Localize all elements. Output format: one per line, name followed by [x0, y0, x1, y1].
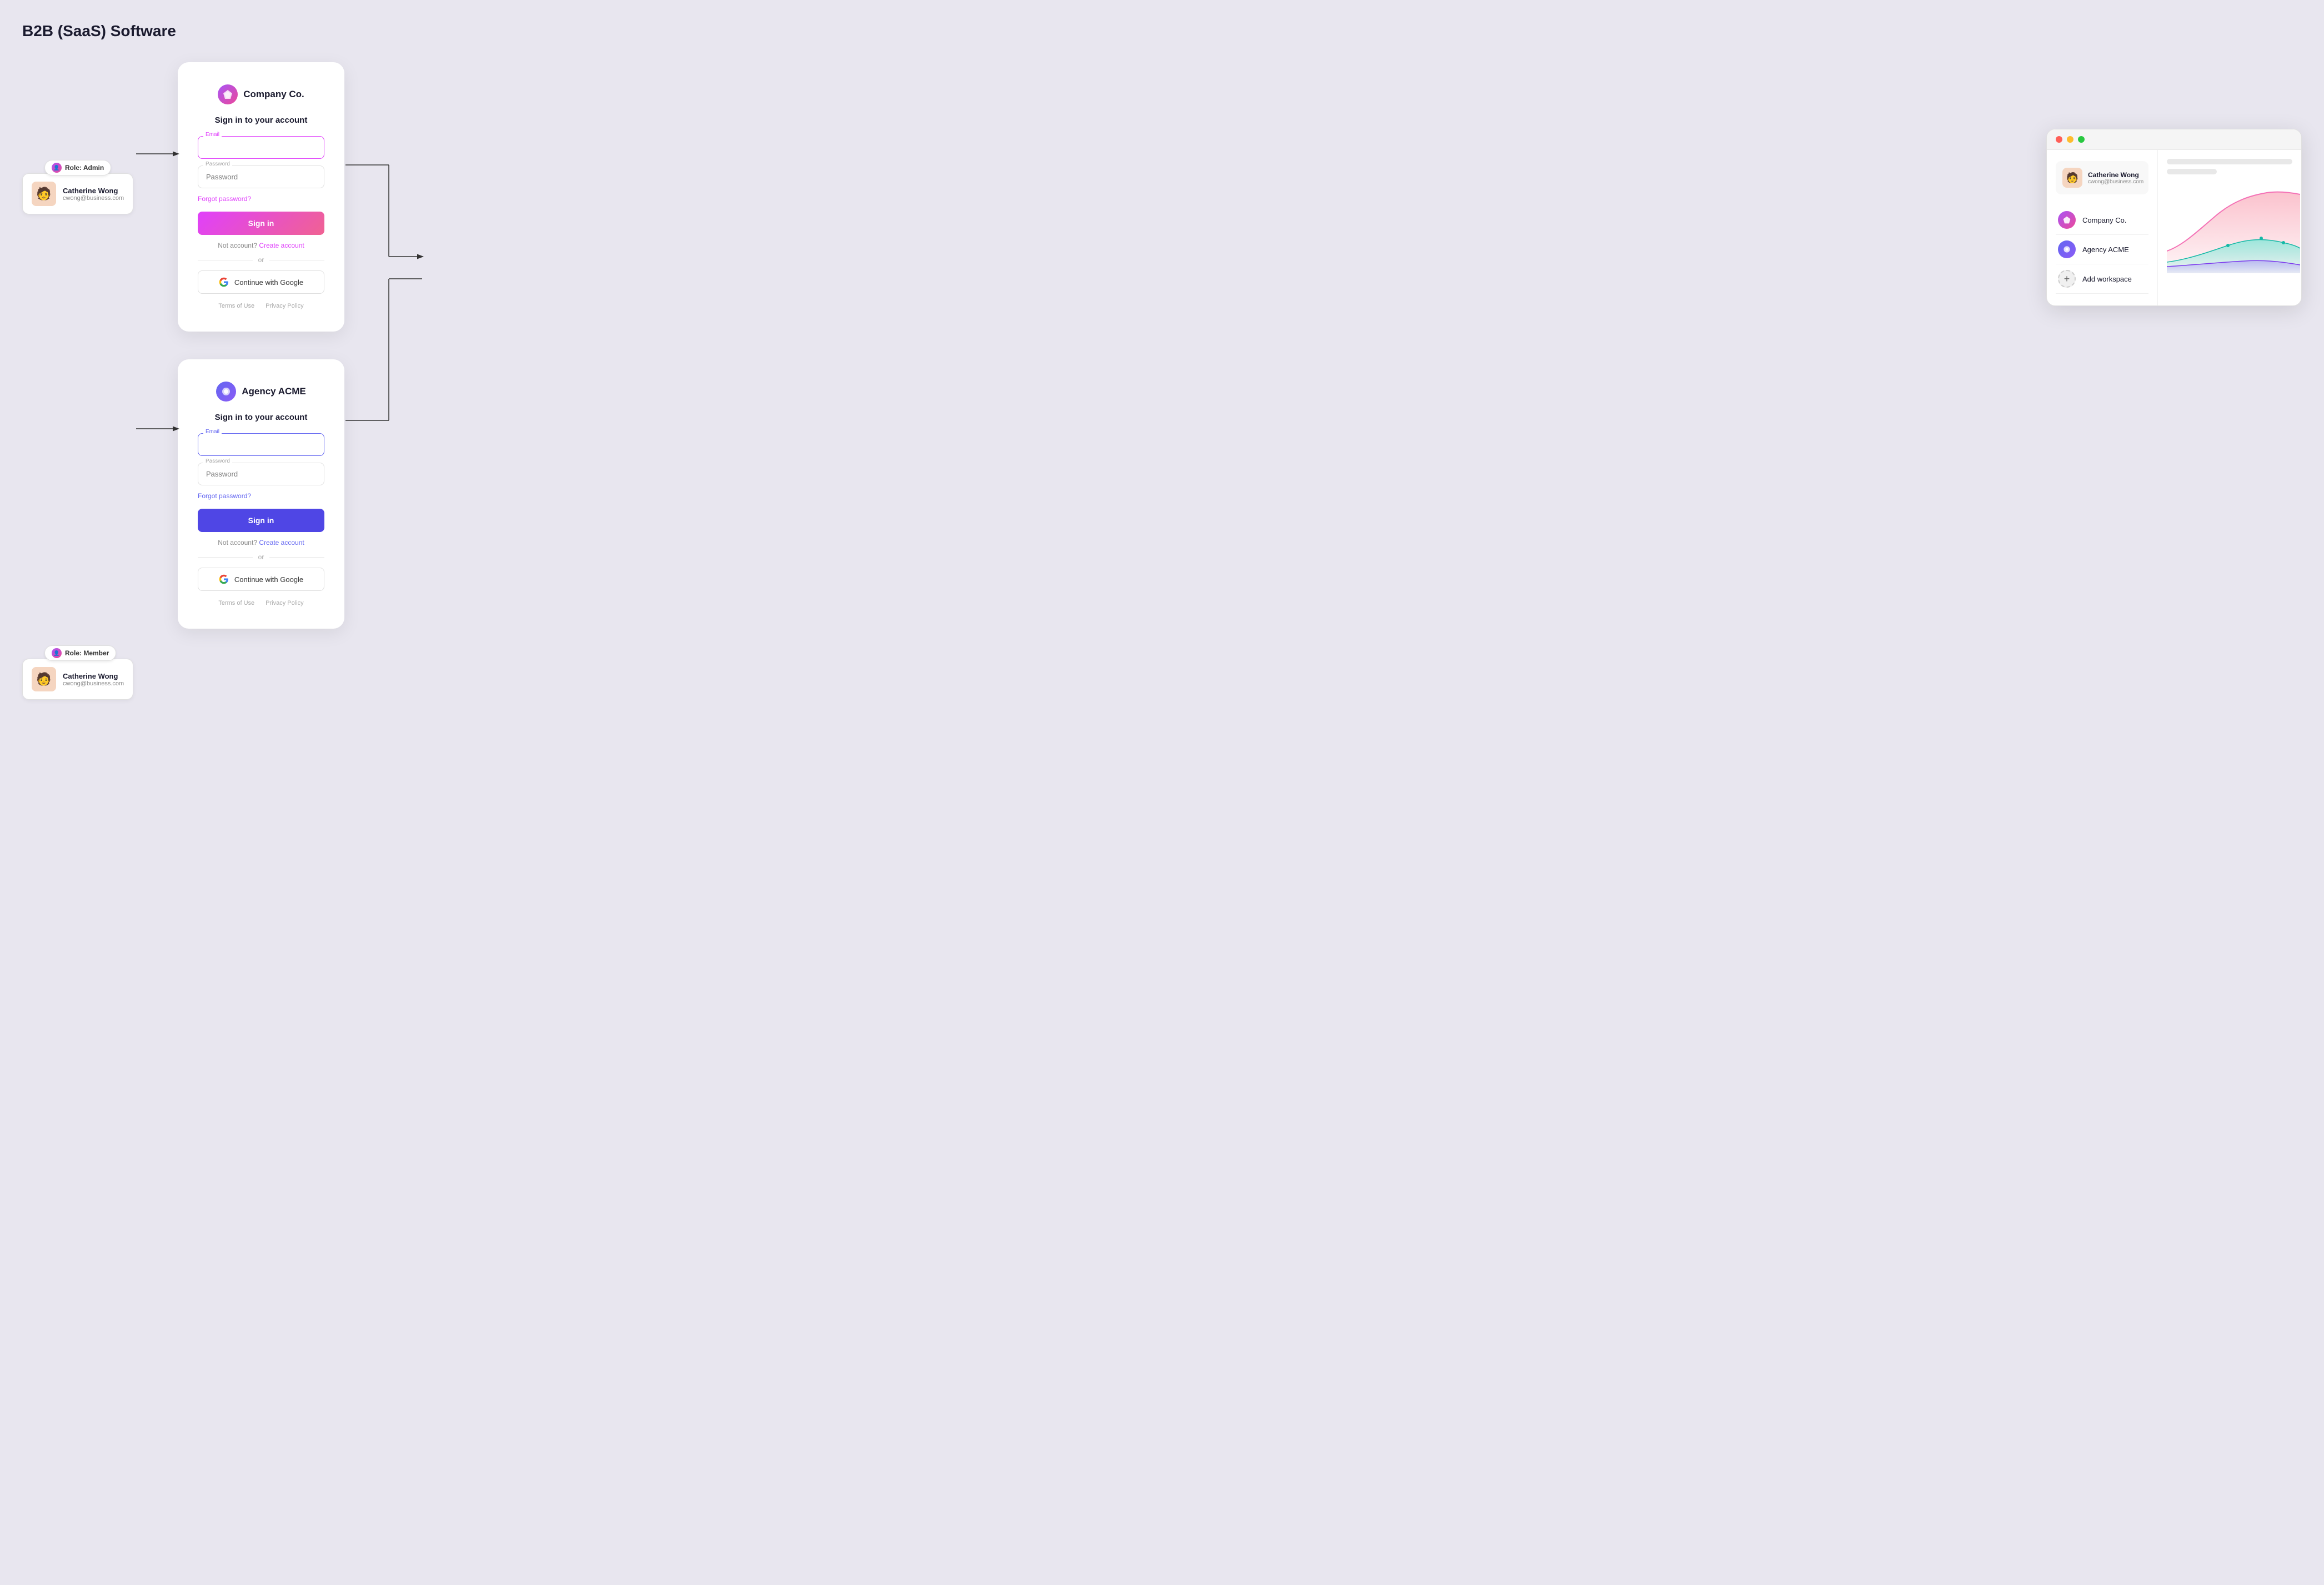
card-footer-1: Terms of Use Privacy Policy — [198, 303, 324, 309]
user-card-member: 🧑 Catherine Wong cwong@business.com — [22, 659, 133, 700]
password-label-2: Password — [203, 458, 232, 464]
login-card-agency: Agency ACME Sign in to your account Emai… — [178, 359, 344, 629]
not-account-2: Not account? Create account — [198, 539, 324, 546]
email-label-1: Email — [203, 132, 222, 138]
workspace-label-company: Company Co. — [2082, 216, 2126, 224]
password-group-1: Password — [198, 165, 324, 188]
role-icon-member: 👤 — [52, 648, 62, 658]
workspace-icon-agency — [2058, 240, 2076, 258]
workspace-icon-company — [2058, 211, 2076, 229]
page-title: B2B (SaaS) Software — [22, 22, 2302, 40]
forgot-link-1[interactable]: Forgot password? — [198, 195, 324, 203]
agency-signin-title: Sign in to your account — [198, 413, 324, 422]
privacy-link-1[interactable]: Privacy Policy — [266, 303, 303, 309]
profile-info: Catherine Wong cwong@business.com — [2088, 171, 2143, 185]
chart-svg — [2167, 184, 2300, 273]
password-label-1: Password — [203, 161, 232, 167]
app-mockup: 🧑 Catherine Wong cwong@business.com — [2046, 129, 2302, 306]
terms-link-1[interactable]: Terms of Use — [218, 303, 254, 309]
company-logo-text: Company Co. — [243, 89, 304, 100]
google-button-1[interactable]: Continue with Google — [198, 270, 324, 294]
browser-content: 🧑 Catherine Wong cwong@business.com — [2047, 150, 2301, 305]
user-card-admin: 🧑 Catherine Wong cwong@business.com — [22, 173, 133, 214]
password-input-2[interactable] — [198, 463, 324, 485]
signin-button-1[interactable]: Sign in — [198, 212, 324, 235]
dot-red — [2056, 136, 2062, 143]
dot-yellow — [2067, 136, 2073, 143]
browser-titlebar — [2047, 129, 2301, 150]
workspace-item-add[interactable]: + Add workspace — [2056, 264, 2148, 294]
workspace-label-add: Add workspace — [2082, 275, 2132, 283]
user-name-admin: Catherine Wong — [63, 187, 124, 195]
or-divider-2: or — [198, 553, 324, 561]
privacy-link-2[interactable]: Privacy Policy — [266, 600, 303, 606]
dot-green — [2078, 136, 2085, 143]
workspace-item-company[interactable]: Company Co. — [2056, 205, 2148, 235]
browser-left-panel: 🧑 Catherine Wong cwong@business.com — [2047, 150, 2158, 305]
google-icon-2 — [219, 574, 229, 584]
agency-logo-icon — [216, 382, 236, 402]
connection-lines — [22, 62, 2302, 562]
email-group-2: Email — [198, 433, 324, 456]
email-input-1[interactable] — [198, 136, 324, 159]
user-card-admin-wrapper: 👤 Role: Admin 🧑 Catherine Wong cwong@bus… — [22, 173, 144, 214]
terms-link-2[interactable]: Terms of Use — [218, 600, 254, 606]
user-card-member-wrapper: 👤 Role: Member 🧑 Catherine Wong cwong@bu… — [22, 659, 144, 700]
user-info-admin: Catherine Wong cwong@business.com — [63, 187, 124, 202]
email-group-1: Email — [198, 136, 324, 159]
agency-logo-text: Agency ACME — [242, 386, 306, 397]
forgot-link-2[interactable]: Forgot password? — [198, 492, 324, 500]
avatar-admin: 🧑 — [32, 182, 56, 206]
browser-window: 🧑 Catherine Wong cwong@business.com — [2046, 129, 2302, 306]
content-bar-1 — [2167, 159, 2292, 164]
create-account-link-1[interactable]: Create account — [259, 242, 304, 249]
role-label-admin: Role: Admin — [65, 164, 104, 172]
profile-avatar: 🧑 — [2062, 168, 2082, 188]
workspace-label-agency: Agency ACME — [2082, 245, 2129, 254]
card-footer-2: Terms of Use Privacy Policy — [198, 600, 324, 606]
agency-logo-header: Agency ACME — [198, 382, 324, 402]
user-name-member: Catherine Wong — [63, 672, 124, 680]
profile-section: 🧑 Catherine Wong cwong@business.com — [2056, 161, 2148, 194]
not-account-1: Not account? Create account — [198, 242, 324, 249]
google-button-2[interactable]: Continue with Google — [198, 568, 324, 591]
signin-button-2[interactable]: Sign in — [198, 509, 324, 532]
workspace-icon-add: + — [2058, 270, 2076, 288]
google-icon-1 — [219, 277, 229, 287]
company-signin-title: Sign in to your account — [198, 116, 324, 125]
company-logo-header: Company Co. — [198, 84, 324, 104]
email-label-2: Email — [203, 429, 222, 435]
or-divider-1: or — [198, 256, 324, 264]
role-badge-admin: 👤 Role: Admin — [44, 160, 111, 175]
user-info-member: Catherine Wong cwong@business.com — [63, 672, 124, 687]
workspace-item-agency[interactable]: Agency ACME — [2056, 235, 2148, 264]
login-card-company: Company Co. Sign in to your account Emai… — [178, 62, 344, 332]
user-email-admin: cwong@business.com — [63, 195, 124, 202]
role-badge-member: 👤 Role: Member — [44, 645, 116, 661]
role-label-member: Role: Member — [65, 649, 109, 657]
browser-right-panel — [2158, 150, 2301, 305]
email-input-2[interactable] — [198, 433, 324, 456]
content-bar-2 — [2167, 169, 2217, 174]
company-logo-icon — [218, 84, 238, 104]
role-icon-admin: 👤 — [52, 163, 62, 173]
user-email-member: cwong@business.com — [63, 680, 124, 687]
avatar-member: 🧑 — [32, 667, 56, 691]
password-input-1[interactable] — [198, 165, 324, 188]
password-group-2: Password — [198, 463, 324, 485]
create-account-link-2[interactable]: Create account — [259, 539, 304, 546]
profile-name: Catherine Wong — [2088, 171, 2143, 179]
profile-email: cwong@business.com — [2088, 179, 2143, 185]
